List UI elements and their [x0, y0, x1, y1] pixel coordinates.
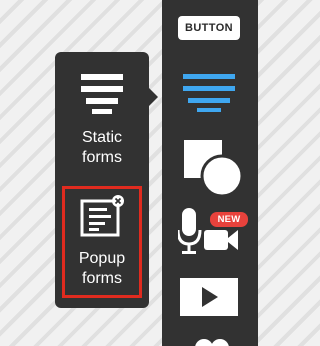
- popup-forms-label: Popup forms: [78, 250, 126, 287]
- side-toolbar: BUTTON NEW: [162, 0, 258, 346]
- popup-forms-item[interactable]: Popup forms: [62, 186, 142, 298]
- static-form-icon: [81, 74, 123, 119]
- button-tool[interactable]: BUTTON: [178, 16, 240, 40]
- static-forms-label: Static forms: [81, 129, 122, 166]
- play-icon[interactable]: [180, 278, 238, 318]
- partial-tool-icon[interactable]: [192, 334, 232, 346]
- new-badge: NEW: [210, 212, 248, 227]
- popup-form-icon: [78, 195, 126, 242]
- text-lines-icon[interactable]: [183, 72, 235, 112]
- popup-caret: [149, 88, 158, 106]
- static-forms-item[interactable]: Static forms: [61, 60, 143, 180]
- shapes-icon[interactable]: [182, 138, 244, 196]
- forms-popup-menu: Static forms Popup forms: [55, 52, 149, 308]
